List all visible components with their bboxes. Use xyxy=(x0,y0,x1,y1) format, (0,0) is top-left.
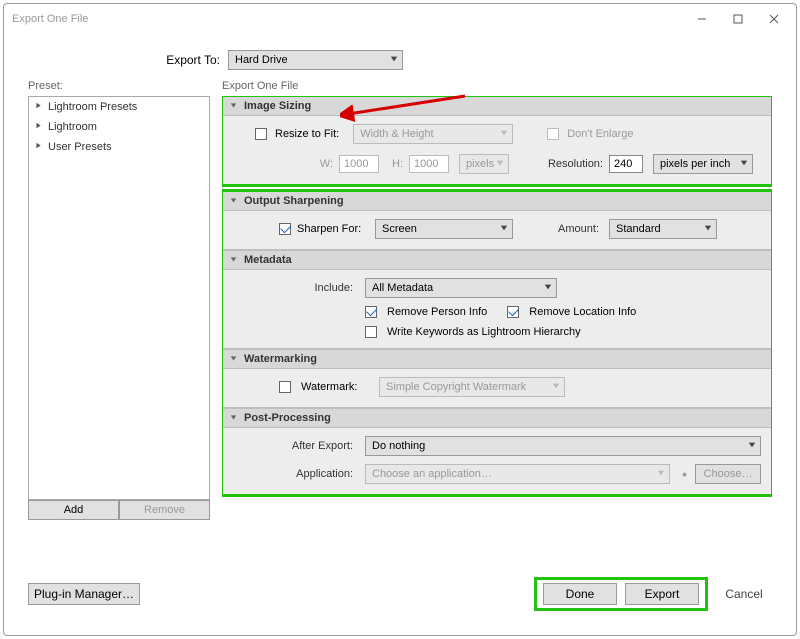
width-field: 1000 xyxy=(339,155,379,173)
sharpen-for-label: Sharpen For: xyxy=(297,223,369,235)
caret-right-icon xyxy=(35,121,42,133)
h-label: H: xyxy=(385,158,403,170)
section-title: Output Sharpening xyxy=(244,195,344,207)
output-sharpening-header[interactable]: Output Sharpening xyxy=(222,191,772,211)
close-button[interactable] xyxy=(756,7,792,31)
amount-label: Amount: xyxy=(519,223,599,235)
preset-folder[interactable]: Lightroom xyxy=(29,117,209,137)
bullet-separator: • xyxy=(682,466,687,482)
export-to-select[interactable]: Hard Drive xyxy=(228,50,403,70)
caret-down-icon xyxy=(229,195,238,207)
remove-preset-button: Remove xyxy=(119,500,210,520)
amount-select[interactable]: Standard xyxy=(609,219,717,239)
metadata-header[interactable]: Metadata xyxy=(222,250,772,270)
watermark-checkbox[interactable] xyxy=(279,381,291,393)
add-preset-button[interactable]: Add xyxy=(28,500,119,520)
preset-label: User Presets xyxy=(48,141,112,153)
preset-folder[interactable]: User Presets xyxy=(29,137,209,157)
chevron-down-icon xyxy=(748,440,756,452)
preset-heading: Preset: xyxy=(28,80,63,92)
resize-to-fit-label: Resize to Fit: xyxy=(275,128,339,140)
resolution-field[interactable]: 240 xyxy=(609,155,643,173)
chevron-down-icon xyxy=(390,54,398,66)
watermark-label: Watermark: xyxy=(301,381,373,393)
section-title: Post-Processing xyxy=(244,412,331,424)
caret-down-icon xyxy=(229,353,238,365)
write-keywords-label: Write Keywords as Lightroom Hierarchy xyxy=(387,326,581,338)
include-select[interactable]: All Metadata xyxy=(365,278,557,298)
remove-person-checkbox[interactable] xyxy=(365,306,377,318)
titlebar: Export One File xyxy=(8,6,792,32)
choose-button: Choose… xyxy=(695,464,761,484)
preset-label: Lightroom xyxy=(48,121,97,133)
caret-down-icon xyxy=(229,100,238,112)
remove-location-label: Remove Location Info xyxy=(529,306,636,318)
chevron-down-icon xyxy=(740,158,748,170)
minimize-button[interactable] xyxy=(684,7,720,31)
chevron-down-icon xyxy=(500,128,508,140)
after-export-label: After Export: xyxy=(233,440,353,452)
export-to-label: Export To: xyxy=(10,53,220,67)
section-title: Metadata xyxy=(244,254,292,266)
window-controls xyxy=(684,7,792,31)
maximize-button[interactable] xyxy=(720,7,756,31)
lower-sections-highlight: Output Sharpening Sharpen For: Screen Am… xyxy=(222,191,772,495)
section-title: Image Sizing xyxy=(244,100,311,112)
write-keywords-checkbox[interactable] xyxy=(365,326,377,338)
caret-down-icon xyxy=(229,254,238,266)
remove-person-label: Remove Person Info xyxy=(387,306,487,318)
chevron-down-icon xyxy=(496,158,504,170)
caret-down-icon xyxy=(229,412,238,424)
watermark-select: Simple Copyright Watermark xyxy=(379,377,565,397)
export-dialog: Export One File Export To: Hard Drive Pr… xyxy=(0,0,800,639)
chevron-down-icon xyxy=(500,223,508,235)
caret-right-icon xyxy=(35,141,42,153)
units-select: pixels xyxy=(459,154,509,174)
window-title: Export One File xyxy=(8,13,88,25)
preset-buttons: Add Remove xyxy=(28,500,210,520)
footer: Plug-in Manager… Done Export Cancel xyxy=(10,571,790,617)
plugin-manager-button[interactable]: Plug-in Manager… xyxy=(28,583,140,605)
chevron-down-icon xyxy=(657,468,665,480)
resize-to-fit-checkbox[interactable] xyxy=(255,128,267,140)
watermarking-header[interactable]: Watermarking xyxy=(222,349,772,369)
dont-enlarge-checkbox xyxy=(547,128,559,140)
include-label: Include: xyxy=(233,282,353,294)
section-title: Watermarking xyxy=(244,353,317,365)
export-button[interactable]: Export xyxy=(625,583,699,605)
application-label: Application: xyxy=(233,468,353,480)
w-label: W: xyxy=(233,158,333,170)
height-field: 1000 xyxy=(409,155,449,173)
cancel-button[interactable]: Cancel xyxy=(716,587,772,601)
after-export-select[interactable]: Do nothing xyxy=(365,436,761,456)
sharpen-for-select[interactable]: Screen xyxy=(375,219,513,239)
settings-panel: Image Sizing Resize to Fit: Width & Heig… xyxy=(222,96,772,520)
application-select: Choose an application… xyxy=(365,464,670,484)
done-export-highlight: Done Export xyxy=(534,577,708,611)
image-sizing-highlight: Image Sizing Resize to Fit: Width & Heig… xyxy=(222,96,772,185)
chevron-down-icon xyxy=(552,381,560,393)
preset-folder[interactable]: Lightroom Presets xyxy=(29,97,209,117)
image-sizing-header[interactable]: Image Sizing xyxy=(222,96,772,116)
resolution-label: Resolution: xyxy=(515,158,603,170)
resolution-units-select[interactable]: pixels per inch xyxy=(653,154,753,174)
export-one-file-heading: Export One File xyxy=(222,80,298,92)
dont-enlarge-label: Don't Enlarge xyxy=(567,128,633,140)
done-button[interactable]: Done xyxy=(543,583,617,605)
fit-mode-select: Width & Height xyxy=(353,124,513,144)
remove-location-checkbox[interactable] xyxy=(507,306,519,318)
chevron-down-icon xyxy=(544,282,552,294)
caret-right-icon xyxy=(35,101,42,113)
preset-panel[interactable]: Lightroom Presets Lightroom User Presets xyxy=(28,96,210,500)
export-to-row: Export To: Hard Drive xyxy=(10,50,790,70)
export-to-value: Hard Drive xyxy=(235,54,288,66)
post-processing-header[interactable]: Post-Processing xyxy=(222,408,772,428)
sharpen-for-checkbox[interactable] xyxy=(279,223,291,235)
chevron-down-icon xyxy=(704,223,712,235)
preset-label: Lightroom Presets xyxy=(48,101,137,113)
